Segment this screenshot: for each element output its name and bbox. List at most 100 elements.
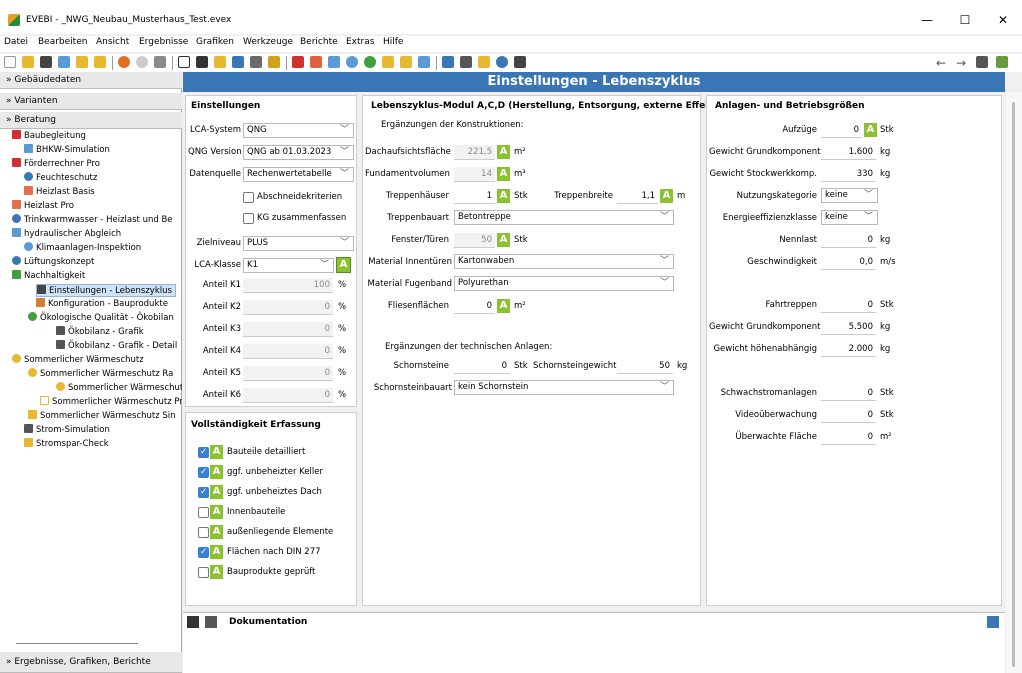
tree-item-trinkwarmwasser[interactable]: Trinkwarmwasser - Heizlast und Be [12, 214, 173, 227]
energieeffizienz-select[interactable]: keine ﹀ [821, 210, 878, 225]
aussen-checkbox[interactable] [198, 527, 209, 538]
section-beratung[interactable]: » Beratung [0, 112, 182, 129]
menu-datei[interactable]: Datei [4, 37, 28, 47]
anteil-k6-input[interactable]: 0 [243, 388, 333, 403]
tree-item-stromspar[interactable]: Stromspar-Check [24, 438, 109, 451]
tree-item-lueftung[interactable]: Lüftungskonzept [12, 256, 94, 269]
tree-item-feuchteschutz[interactable]: Feuchteschutz [24, 172, 97, 185]
wand-icon[interactable] [154, 56, 166, 68]
chart-icon[interactable] [418, 56, 430, 68]
tree-icon[interactable] [250, 56, 262, 68]
house-icon[interactable] [478, 56, 490, 68]
section-ergebnisse[interactable]: » Ergebnisse, Grafiken, Berichte [0, 652, 182, 673]
tree-item-heizlast-pro[interactable]: Heizlast Pro [12, 200, 74, 213]
fahrtreppen-input[interactable]: 0 [821, 298, 876, 313]
menu-bearbeiten[interactable]: Bearbeiten [38, 37, 87, 47]
tree-item-foerderrechner[interactable]: Förderrechner Pro [12, 158, 100, 171]
video-input[interactable]: 0 [821, 408, 876, 423]
minimize-button[interactable]: — [912, 10, 942, 30]
auto-badge[interactable]: A [660, 189, 673, 203]
bauteile-checkbox[interactable] [198, 447, 209, 458]
treppenbauart-select[interactable]: Betontreppe ﹀ [454, 210, 674, 225]
qng-version-select[interactable]: QNG ab 01.03.2023 ﹀ [243, 145, 354, 160]
report2-icon[interactable] [460, 56, 472, 68]
tree-item-bhkw[interactable]: BHKW-Simulation [24, 144, 110, 157]
menu-hilfe[interactable]: Hilfe [383, 37, 403, 47]
treppenbreite-input[interactable]: 1,1 [617, 189, 658, 204]
sum-blue-icon[interactable] [232, 56, 244, 68]
lca-klasse-select[interactable]: K1 ﹀ [243, 258, 334, 273]
dach-checkbox[interactable] [198, 487, 209, 498]
pin-icon[interactable] [976, 56, 988, 68]
document-icon[interactable] [178, 56, 190, 68]
gewicht-hoehe-input[interactable]: 2.000 [821, 342, 876, 357]
menu-grafiken[interactable]: Grafiken [196, 37, 234, 47]
bauprodukte-checkbox[interactable] [198, 567, 209, 578]
tree-item-strom-simulation[interactable]: Strom-Simulation [24, 424, 110, 437]
tree-item-sommer-ra[interactable]: Sommerlicher Wärmeschutz Ra [28, 368, 173, 381]
fenster-input[interactable]: 50 [454, 233, 495, 248]
tree-item-sommer-sub[interactable]: Sommerlicher Wärmeschutz [56, 382, 182, 395]
tree-item-baubegleitung[interactable]: Baubegleitung [12, 130, 86, 143]
din277-checkbox[interactable] [198, 547, 209, 558]
anteil-k2-input[interactable]: 0 [243, 300, 333, 315]
menu-berichte[interactable]: Berichte [300, 37, 338, 47]
section-gebaeudedaten[interactable]: » Gebäudedaten [0, 72, 182, 89]
auto-badge[interactable]: A [497, 145, 510, 159]
auto-badge[interactable]: A [497, 189, 510, 203]
sun-icon[interactable] [382, 56, 394, 68]
edit-icon[interactable] [987, 616, 999, 628]
tree-item-sommer[interactable]: Sommerlicher Wärmeschutz [12, 354, 144, 367]
fundament-input[interactable]: 14 [454, 167, 495, 182]
auto-badge[interactable]: A [336, 257, 351, 273]
open-folder-icon[interactable] [22, 56, 34, 68]
scrollbar[interactable] [1006, 92, 1022, 673]
tree-item-konfiguration[interactable]: Konfiguration - Bauprodukte [36, 298, 168, 311]
anteil-k4-input[interactable]: 0 [243, 344, 333, 359]
heat-icon[interactable] [292, 56, 304, 68]
tree-item-oekobilanz-detail[interactable]: Ökobilanz - Grafik - Detail [56, 340, 177, 353]
chart-edit-icon[interactable] [996, 56, 1008, 68]
auto-badge[interactable]: A [497, 167, 510, 181]
tree-item-einstellungen-lebenszyklus[interactable]: Einstellungen - Lebenszyklus [36, 284, 176, 297]
dachaufsicht-input[interactable]: 221,5 [454, 145, 495, 160]
auto-badge[interactable]: A [497, 299, 510, 313]
heizlast-icon[interactable] [310, 56, 322, 68]
schornsteingewicht-input[interactable]: 50 [617, 359, 673, 374]
anteil-k3-input[interactable]: 0 [243, 322, 333, 337]
sum-icon[interactable] [214, 56, 226, 68]
geschwindigkeit-input[interactable]: 0,0 [821, 255, 876, 270]
flash-icon[interactable] [400, 56, 412, 68]
datenquelle-select[interactable]: Rechenwertetabelle ﹀ [243, 167, 354, 182]
section-varianten[interactable]: » Varianten [0, 93, 182, 110]
close-button[interactable]: ✕ [988, 10, 1018, 30]
calc-icon[interactable] [196, 56, 208, 68]
folder-icon[interactable] [76, 56, 88, 68]
auto-badge[interactable]: A [864, 123, 877, 137]
save-icon[interactable] [187, 616, 199, 628]
zielniveau-select[interactable]: PLUS ﹀ [243, 236, 354, 251]
print-icon[interactable] [58, 56, 70, 68]
tool-icon[interactable] [268, 56, 280, 68]
abschneide-checkbox[interactable] [243, 192, 254, 203]
calendar-icon[interactable] [328, 56, 340, 68]
gewicht-grundkomp-input[interactable]: 1.600 [821, 145, 876, 160]
nennlast-input[interactable]: 0 [821, 233, 876, 248]
zoom-icon[interactable] [346, 56, 358, 68]
mat-innen-select[interactable]: Kartonwaben ﹀ [454, 254, 674, 269]
exit-icon[interactable] [514, 56, 526, 68]
new-file-icon[interactable] [4, 56, 16, 68]
anteil-k5-input[interactable]: 0 [243, 366, 333, 381]
innenbauteile-checkbox[interactable] [198, 507, 209, 518]
aufzuege-input[interactable]: 0 [821, 123, 862, 138]
schornsteine-input[interactable]: 0 [454, 359, 510, 374]
auto-badge[interactable]: A [497, 233, 510, 247]
tree-item-heizlast-basis[interactable]: Heizlast Basis [24, 186, 95, 199]
schwachstrom-input[interactable]: 0 [821, 386, 876, 401]
back-arrow-icon[interactable]: ← [936, 56, 946, 70]
maximize-button[interactable]: ☐ [950, 10, 980, 30]
forward-arrow-icon[interactable]: → [956, 56, 966, 70]
mat-fugen-select[interactable]: Polyurethan ﹀ [454, 276, 674, 291]
scrollbar-thumb[interactable] [1012, 102, 1015, 667]
treppenhaeuser-input[interactable]: 1 [454, 189, 495, 204]
